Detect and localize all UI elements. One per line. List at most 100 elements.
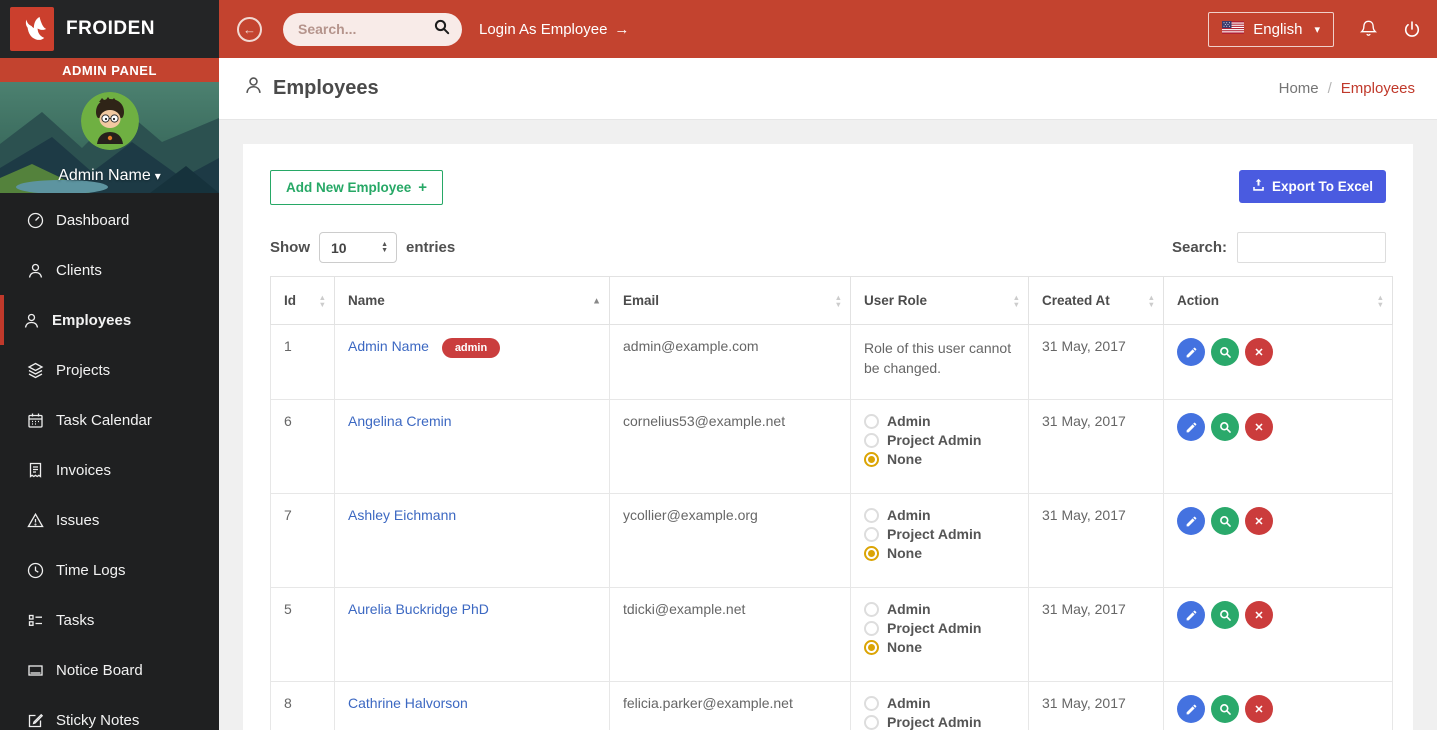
view-button[interactable]: [1211, 507, 1239, 535]
close-icon: ✕: [1254, 421, 1263, 434]
employees-person-icon: [243, 75, 264, 102]
view-button[interactable]: [1211, 413, 1239, 441]
cell-name: Admin Name admin: [335, 325, 610, 400]
edit-button[interactable]: [1177, 338, 1205, 366]
edit-button[interactable]: [1177, 601, 1205, 629]
role-radio-project-admin[interactable]: Project Admin: [864, 526, 1015, 542]
table-header-row: Id▲▼ Name▲ Email▲▼ User Role▲▼ Created A…: [271, 277, 1393, 325]
cell-action: ✕: [1164, 588, 1393, 682]
breadcrumb-home-link[interactable]: Home: [1279, 80, 1319, 97]
export-to-excel-button[interactable]: Export To Excel: [1239, 170, 1386, 203]
sidebar-item-notice-board[interactable]: Notice Board: [0, 645, 219, 695]
sidebar-item-sticky-notes[interactable]: Sticky Notes: [0, 695, 219, 730]
sidebar-collapse-button[interactable]: ←: [237, 17, 262, 42]
sidebar-item-invoices[interactable]: Invoices: [0, 445, 219, 495]
notice-board-icon: [26, 661, 44, 679]
radio-checked-icon: [864, 640, 879, 655]
table-search-input[interactable]: [1237, 232, 1386, 263]
delete-button[interactable]: ✕: [1245, 338, 1273, 366]
radio-icon: [864, 433, 879, 448]
show-label: Show: [270, 239, 310, 256]
cell-name: Ashley Eichmann: [335, 494, 610, 588]
column-header-id[interactable]: Id▲▼: [271, 277, 335, 325]
page-length-select[interactable]: 10 ▲▼: [319, 232, 397, 263]
delete-button[interactable]: ✕: [1245, 695, 1273, 723]
view-button[interactable]: [1211, 338, 1239, 366]
cell-action: ✕: [1164, 682, 1393, 730]
column-header-name[interactable]: Name▲: [335, 277, 610, 325]
role-radio-project-admin[interactable]: Project Admin: [864, 714, 1015, 730]
main-content: Add New Employee + Export To Excel Show …: [219, 120, 1437, 730]
breadcrumb-current: Employees: [1341, 80, 1415, 97]
role-radio-none[interactable]: None: [864, 639, 1015, 655]
role-radio-none[interactable]: None: [864, 451, 1015, 467]
sidebar-item-employees[interactable]: Employees: [0, 295, 219, 345]
radio-icon: [864, 602, 879, 617]
sidebar-item-projects[interactable]: Projects: [0, 345, 219, 395]
user-avatar[interactable]: [81, 92, 139, 150]
search-label: Search:: [1172, 239, 1227, 256]
employee-name-link[interactable]: Cathrine Halvorson: [348, 695, 468, 711]
sidebar-item-dashboard[interactable]: Dashboard: [0, 195, 219, 245]
edit-button[interactable]: [1177, 695, 1205, 723]
sidebar-item-issues[interactable]: Issues: [0, 495, 219, 545]
cell-id: 6: [271, 400, 335, 494]
brand-logo[interactable]: FROIDEN: [0, 0, 219, 58]
cell-action: ✕: [1164, 325, 1393, 400]
cell-user-role: Admin Project Admin None: [851, 494, 1029, 588]
employee-name-link[interactable]: Ashley Eichmann: [348, 507, 456, 523]
role-radio-admin[interactable]: Admin: [864, 413, 1015, 429]
employee-name-link[interactable]: Aurelia Buckridge PhD: [348, 601, 489, 617]
notifications-bell-icon[interactable]: [1359, 19, 1378, 39]
delete-button[interactable]: ✕: [1245, 601, 1273, 629]
language-selector[interactable]: English ▾: [1208, 12, 1334, 47]
search-icon[interactable]: [434, 19, 450, 40]
cell-email: cornelius53@example.net: [610, 400, 851, 494]
page-title: Employees: [243, 75, 379, 102]
employee-name-link[interactable]: Angelina Cremin: [348, 413, 452, 429]
column-header-created-at[interactable]: Created At▲▼: [1029, 277, 1164, 325]
view-button[interactable]: [1211, 601, 1239, 629]
delete-button[interactable]: ✕: [1245, 507, 1273, 535]
cell-email: felicia.parker@example.net: [610, 682, 851, 730]
role-radio-admin[interactable]: Admin: [864, 601, 1015, 617]
cell-created-at: 31 May, 2017: [1029, 494, 1164, 588]
global-search-input[interactable]: [298, 21, 434, 37]
clients-icon: [26, 261, 44, 279]
delete-button[interactable]: ✕: [1245, 413, 1273, 441]
cell-name: Aurelia Buckridge PhD: [335, 588, 610, 682]
role-radio-project-admin[interactable]: Project Admin: [864, 620, 1015, 636]
cell-email: admin@example.com: [610, 325, 851, 400]
sidebar-item-time-logs[interactable]: Time Logs: [0, 545, 219, 595]
cell-user-role: Role of this user cannot be changed.: [851, 325, 1029, 400]
breadcrumb-separator: /: [1328, 80, 1332, 97]
table-row: 1 Admin Name admin admin@example.com Rol…: [271, 325, 1393, 400]
edit-button[interactable]: [1177, 507, 1205, 535]
employee-name-link[interactable]: Admin Name: [348, 338, 429, 354]
logout-power-icon[interactable]: [1403, 20, 1421, 39]
column-header-email[interactable]: Email▲▼: [610, 277, 851, 325]
close-icon: ✕: [1254, 703, 1263, 716]
dashboard-icon: [26, 211, 44, 229]
column-header-user-role[interactable]: User Role▲▼: [851, 277, 1029, 325]
table-controls: Show 10 ▲▼ entries Search:: [270, 232, 1386, 263]
radio-checked-icon: [864, 452, 879, 467]
role-radio-admin[interactable]: Admin: [864, 507, 1015, 523]
sidebar-item-task-calendar[interactable]: Task Calendar: [0, 395, 219, 445]
role-radio-project-admin[interactable]: Project Admin: [864, 432, 1015, 448]
add-new-employee-button[interactable]: Add New Employee +: [270, 170, 443, 205]
role-radio-none[interactable]: None: [864, 545, 1015, 561]
sidebar-item-clients[interactable]: Clients: [0, 245, 219, 295]
calendar-icon: [26, 411, 44, 429]
global-search[interactable]: [283, 13, 462, 46]
cell-action: ✕: [1164, 400, 1393, 494]
role-radio-admin[interactable]: Admin: [864, 695, 1015, 711]
user-menu[interactable]: Admin Name▾: [0, 167, 219, 185]
close-icon: ✕: [1254, 609, 1263, 622]
sidebar-item-tasks[interactable]: Tasks: [0, 595, 219, 645]
login-as-employee-link[interactable]: Login As Employee →: [479, 21, 629, 38]
view-button[interactable]: [1211, 695, 1239, 723]
column-header-action[interactable]: Action▲▼: [1164, 277, 1393, 325]
edit-button[interactable]: [1177, 413, 1205, 441]
us-flag-icon: [1222, 21, 1244, 38]
